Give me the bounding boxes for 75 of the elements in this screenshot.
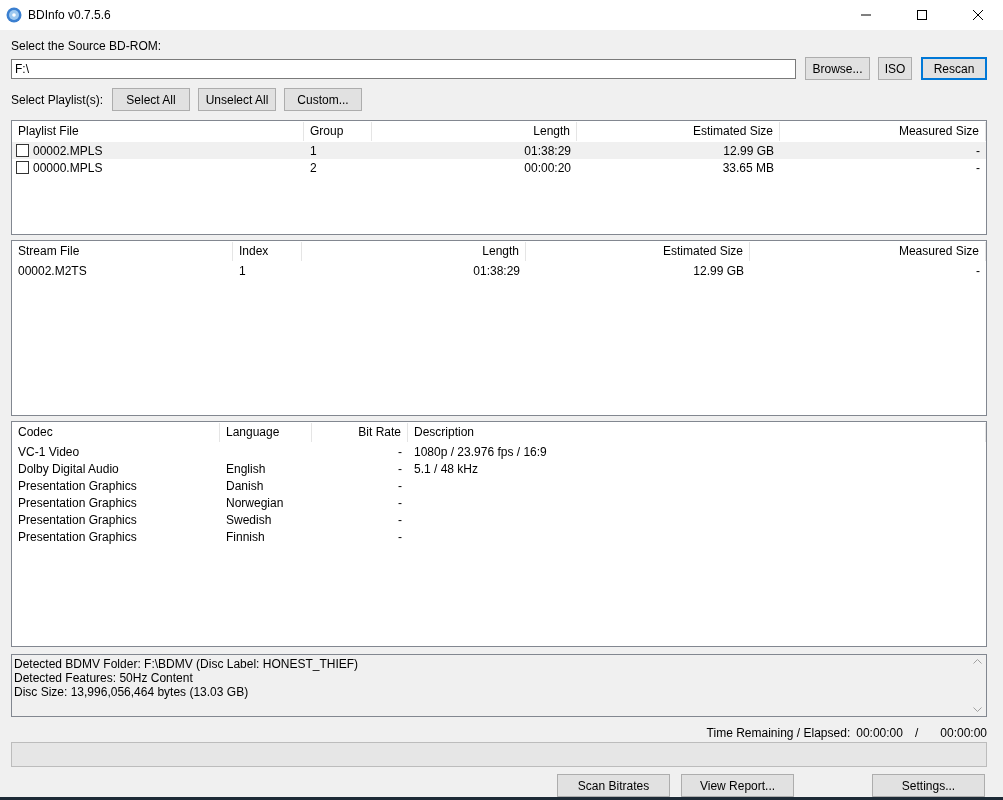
table-cell-text: Norwegian [225, 495, 285, 510]
disc-icon [6, 7, 22, 23]
table-cell-text: 1080p / 23.976 fps / 16:9 [413, 444, 548, 459]
maximize-icon[interactable] [917, 10, 927, 20]
table-cell-text: 33.65 MB [721, 160, 775, 175]
table-cell-text: 12.99 GB [722, 143, 775, 158]
column-header[interactable]: Codec [12, 423, 220, 442]
toolbar-button[interactable]: ISO [878, 57, 912, 80]
time-value: 00:00:00 [856, 725, 903, 740]
table-cell-text: - [397, 529, 403, 544]
table-cell-text: - [397, 444, 403, 459]
column-header[interactable]: Estimated Size [577, 122, 780, 141]
field-label: Select the Source BD-ROM: [11, 39, 163, 53]
checkbox[interactable] [16, 144, 29, 157]
table-cell-text: Presentation Graphics [17, 478, 138, 493]
window-title: BDInfo v0.7.5.6 [28, 8, 112, 22]
column-header[interactable]: Language [220, 423, 312, 442]
column-header[interactable]: Description [408, 423, 986, 442]
table-cell-text: English [225, 461, 267, 476]
table-cell-text: Swedish [225, 512, 273, 527]
table-cell-text: 00002.M2TS [17, 263, 88, 278]
column-header[interactable]: Measured Size [780, 122, 986, 141]
action-button[interactable]: View Report... [681, 774, 794, 797]
table-cell-text: Finnish [225, 529, 266, 544]
column-header[interactable]: Playlist File [12, 122, 304, 141]
column-header[interactable]: Bit Rate [312, 423, 408, 442]
toolbar-button[interactable]: Rescan [921, 57, 987, 80]
table-cell-text: Presentation Graphics [17, 529, 138, 544]
select-button[interactable]: Select All [112, 88, 191, 111]
table-cell-text: 1 [238, 263, 247, 278]
table-cell-text: 1 [309, 143, 318, 158]
column-header[interactable]: Length [302, 242, 526, 261]
table-cell-text: - [397, 512, 403, 527]
table-cell-text: 5.1 / 48 kHz [413, 461, 480, 476]
table-cell: 00000.MPLS [33, 160, 103, 175]
column-header[interactable]: Index [233, 242, 302, 261]
table-cell-text: 12.99 GB [692, 263, 745, 278]
table-cell-text: Presentation Graphics [17, 495, 138, 510]
log-line: Detected BDMV Folder: F:\BDMV (Disc Label: HONEST_THIEF) [14, 657, 360, 671]
table-cell-text: - [397, 495, 403, 510]
toolbar-button[interactable]: Browse... [805, 57, 870, 80]
table-cell-text: 2 [309, 160, 318, 175]
select-button[interactable]: Custom... [284, 88, 363, 111]
checkbox[interactable] [16, 161, 29, 174]
action-button[interactable]: Settings... [872, 774, 985, 797]
column-header[interactable]: Estimated Size [526, 242, 750, 261]
table-cell-text: - [975, 160, 981, 175]
table-row[interactable]: 00000.MPLS 2 00:00:20 33.65 MB - [12, 159, 986, 176]
log-line: Disc Size: 13,996,056,464 bytes (13.03 GB) [14, 685, 250, 699]
table-cell: 00002.MPLS [33, 143, 103, 158]
time-value: 00:00:00 [940, 725, 987, 740]
table-cell-text: VC-1 Video [17, 444, 81, 459]
action-button[interactable]: Scan Bitrates [557, 774, 670, 797]
table-cell-text: - [975, 143, 981, 158]
table-cell-text: 00:00:20 [523, 160, 572, 175]
table-cell-text: - [397, 461, 403, 476]
table-cell-text: Dolby Digital Audio [17, 461, 120, 476]
table-cell-text: 01:38:29 [472, 263, 521, 278]
table-cell-text: Presentation Graphics [17, 512, 138, 527]
table-row[interactable]: 00002.MPLS 1 01:38:29 12.99 GB - [12, 142, 986, 159]
table-cell-text: - [397, 478, 403, 493]
select-button[interactable]: Unselect All [198, 88, 277, 111]
time-label: Time Remaining / Elapsed: [706, 725, 851, 740]
time-separator: / [914, 725, 919, 740]
column-header[interactable]: Stream File [12, 242, 233, 261]
table-cell-text: Danish [225, 478, 265, 493]
path-field[interactable]: F:\ [11, 58, 796, 79]
column-header[interactable]: Group [304, 122, 372, 141]
column-header[interactable]: Length [372, 122, 577, 141]
table-cell-text: - [975, 263, 981, 278]
column-header[interactable]: Measured Size [750, 242, 986, 261]
log-line: Detected Features: 50Hz Content [14, 671, 194, 685]
field-label: Select Playlist(s): [11, 92, 104, 107]
table-cell-text: 01:38:29 [523, 143, 572, 158]
close-icon[interactable] [973, 10, 983, 20]
